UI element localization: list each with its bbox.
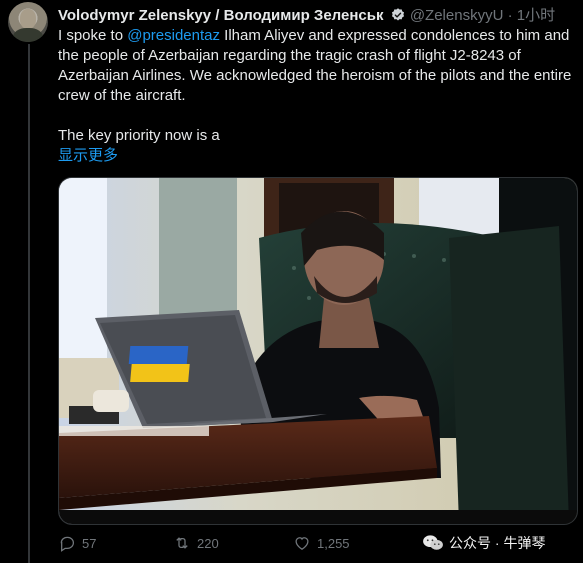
author-name[interactable]: Volodymyr Zelenskyy / Володимир Зеленськ	[58, 7, 383, 24]
heart-icon	[295, 537, 309, 550]
thread-line	[28, 44, 30, 563]
tweet-text-part3: The key priority now is a	[58, 127, 220, 144]
time-separator: ·	[507, 7, 513, 24]
wechat-icon	[423, 535, 443, 550]
like-button[interactable]: 1,255	[293, 534, 350, 552]
verified-badge-icon	[391, 8, 404, 21]
tweet-time[interactable]: 1小时	[517, 7, 555, 24]
reply-icon	[60, 536, 75, 552]
mention-link[interactable]: @presidentaz	[127, 27, 220, 44]
tweet-header: Volodymyr Zelenskyy / Володимир Зеленськ…	[58, 4, 578, 24]
watermark: 公众号 · 牛弹琴	[422, 530, 582, 556]
reply-count: 57	[82, 535, 97, 551]
reply-button[interactable]: 57	[58, 534, 96, 552]
show-more-link[interactable]: 显示更多	[58, 146, 578, 166]
retweet-icon	[176, 537, 188, 549]
tweet[interactable]: Volodymyr Zelenskyy / Володимир Зеленськ…	[0, 0, 583, 563]
photo-scene	[59, 178, 577, 524]
tweet-photo[interactable]	[58, 177, 578, 525]
avatar[interactable]	[8, 2, 48, 42]
tweet-text: I spoke to @presidentaz Ilham Aliyev and…	[58, 26, 578, 166]
retweet-count: 220	[197, 535, 219, 551]
author-handle[interactable]: @ZelenskyyU	[410, 7, 504, 24]
retweet-button[interactable]: 220	[173, 534, 219, 552]
watermark-text: 公众号 · 牛弹琴	[449, 535, 546, 551]
like-count: 1,255	[317, 535, 350, 551]
tweet-text-part1: I spoke to	[58, 27, 128, 44]
